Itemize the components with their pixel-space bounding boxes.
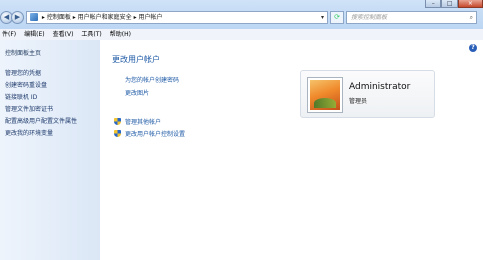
chevron-down-icon[interactable]: ▾ xyxy=(321,12,324,23)
uac-settings-label: 更改用户帐户控制设置 xyxy=(125,131,186,138)
sidebar-item-profile-properties[interactable]: 配置高级用户配置文件属性 xyxy=(5,116,77,128)
change-picture-link[interactable]: 更改图片 xyxy=(125,88,149,97)
menu-file[interactable]: 件(F) xyxy=(0,29,22,40)
user-account-card: Administrator 管理员 xyxy=(300,70,435,118)
shield-icon xyxy=(114,118,121,125)
menu-view[interactable]: 查看(V) xyxy=(51,29,80,40)
forward-button[interactable]: ▶ xyxy=(11,11,24,24)
sidebar-item-credentials[interactable]: 管理您的凭据 xyxy=(5,68,77,80)
help-icon[interactable]: ? xyxy=(469,44,477,52)
address-path: ▸ 控制面板 ▸ 用户帐户和家庭安全 ▸ 用户帐户 xyxy=(41,14,163,21)
sidebar-item-env-variables[interactable]: 更改我的环境变量 xyxy=(5,128,77,140)
control-panel-icon xyxy=(30,13,38,21)
minimize-button[interactable]: – xyxy=(425,0,442,8)
create-password-link[interactable]: 为您的帐户创建密码 xyxy=(125,75,179,84)
sidebar-item-link-online-id[interactable]: 链接联机 ID xyxy=(5,92,77,104)
close-button[interactable]: × xyxy=(457,0,483,8)
search-icon[interactable]: ⌕ xyxy=(470,12,473,23)
user-role: 管理员 xyxy=(349,98,368,105)
sidebar-item-home[interactable]: 控制面板主页 xyxy=(5,48,41,57)
address-bar-area: – □ × ◀ ▶ ▸ 控制面板 ▸ 用户帐户和家庭安全 ▸ 用户帐户 ▾ ⟳ … xyxy=(0,0,483,29)
manage-accounts-label: 管理其他帐户 xyxy=(125,119,162,126)
menu-help[interactable]: 帮助(H) xyxy=(108,29,137,40)
refresh-button[interactable]: ⟳ xyxy=(330,11,344,24)
uac-settings-link[interactable]: 更改用户帐户控制设置 xyxy=(114,129,185,138)
sidebar-item-encryption-certs[interactable]: 管理文件加密证书 xyxy=(5,104,77,116)
sidebar-item-password-reset-disk[interactable]: 创建密码重设盘 xyxy=(5,80,77,92)
user-name: Administrator xyxy=(349,82,411,92)
search-input[interactable]: 搜索控制面板 ⌕ xyxy=(346,11,477,24)
search-placeholder: 搜索控制面板 xyxy=(351,14,388,21)
sidebar: 控制面板主页 管理您的凭据 创建密码重设盘 链接联机 ID 管理文件加密证书 配… xyxy=(0,40,100,260)
page-title: 更改用户帐户 xyxy=(112,55,160,64)
window-controls: – □ × xyxy=(425,0,483,8)
manage-accounts-link[interactable]: 管理其他帐户 xyxy=(114,117,161,126)
maximize-button[interactable]: □ xyxy=(441,0,458,8)
address-field[interactable]: ▸ 控制面板 ▸ 用户帐户和家庭安全 ▸ 用户帐户 ▾ xyxy=(26,11,328,24)
menu-edit[interactable]: 编辑(E) xyxy=(22,29,50,40)
main-content: ? 更改用户帐户 为您的帐户创建密码 更改图片 管理其他帐户 更改用户帐户控制设… xyxy=(100,40,483,260)
menu-tools[interactable]: 工具(T) xyxy=(79,29,107,40)
shield-icon xyxy=(114,130,121,137)
user-avatar xyxy=(308,78,342,112)
